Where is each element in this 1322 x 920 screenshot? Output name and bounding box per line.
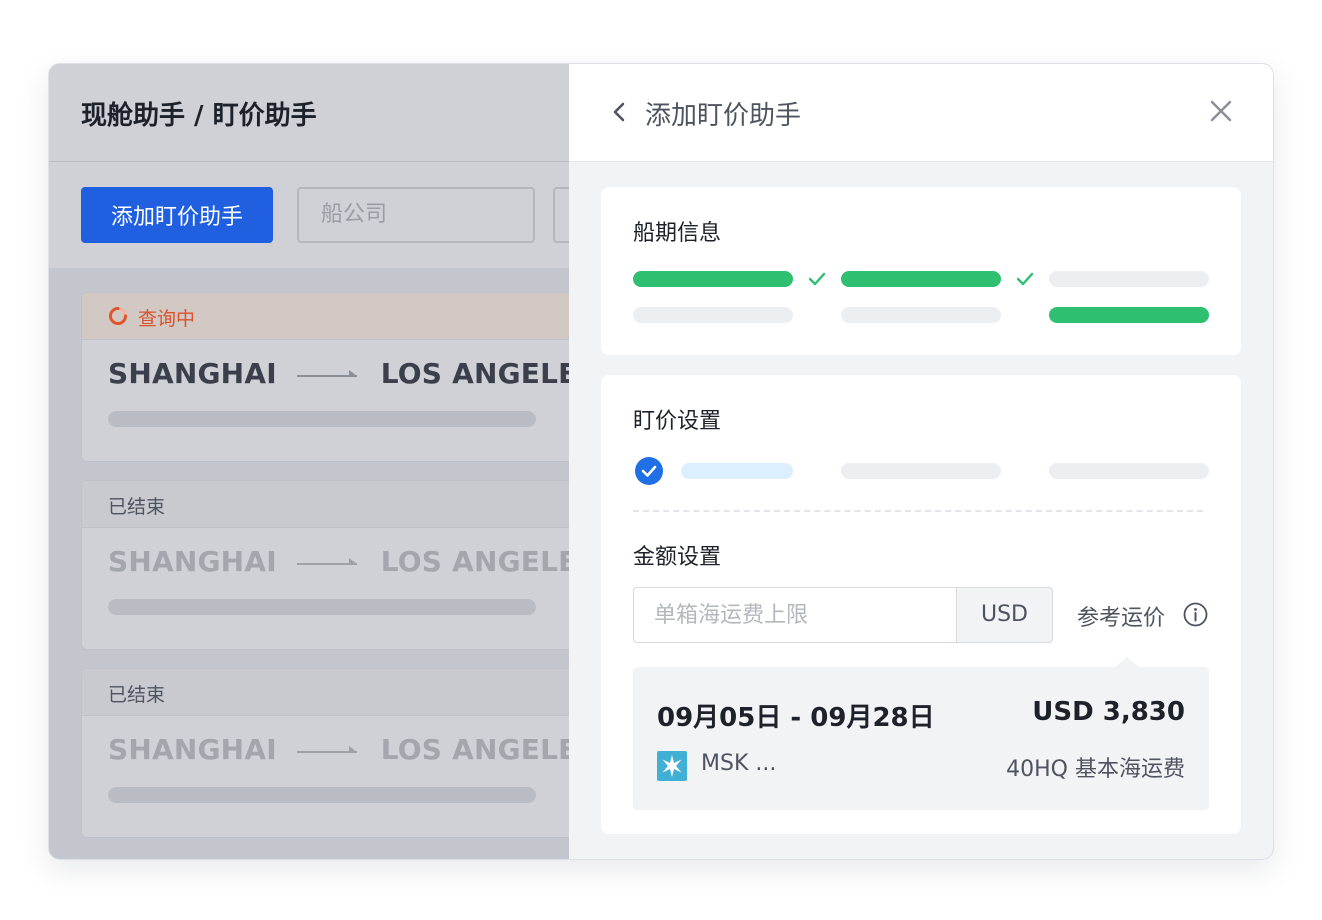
list-page: 现舱助手 / 盯价助手 添加盯价助手 船公司 查询中 SHANGHAI LOS … [49,64,593,859]
close-icon[interactable] [1209,99,1233,123]
card-status-bar: 已结束 [82,669,592,716]
status-label: 已结束 [108,496,166,518]
status-label: 查询中 [138,308,196,330]
reference-price-link[interactable]: 参考运价 [1077,600,1165,632]
status-label: 已结束 [108,684,166,706]
breadcrumb: 现舱助手 / 盯价助手 [81,101,317,131]
list-toolbar: 添加盯价助手 船公司 [49,162,593,268]
schedule-step-bar [841,271,1001,287]
carrier-name: MSK ... [701,751,777,776]
price-settings-panel: 盯价设置 金额设置 USD 参考运价 09月05日 - 09月28日 U [601,375,1241,834]
price-settings-title: 盯价设置 [633,409,722,434]
origin-port: SHANGHAI [108,357,277,390]
route-text: SHANGHAI LOS ANGELES [108,545,593,578]
schedule-step-bar [633,271,793,287]
amount-settings-title: 金额设置 [633,545,722,570]
schedule-info-title: 船期信息 [633,221,722,246]
reference-price-popover: 09月05日 - 09月28日 USD 3,830 MSK ... 40HQ 基… [633,657,1209,810]
check-icon [1016,272,1034,286]
sailing-date-range: 09月05日 - 09月28日 [657,703,935,733]
schedule-step-bar [841,307,1001,323]
maersk-logo-icon [657,751,687,781]
destination-port: LOS ANGELES [380,545,593,578]
add-price-watch-drawer: 添加盯价助手 船期信息 盯价设置 金额设置 单箱海运费上限 USD 参考运价 0… [569,64,1273,859]
container-fee-type: 40HQ 基本海运费 [1006,757,1185,782]
route-card[interactable]: 已结束 SHANGHAI LOS ANGELES [81,480,593,650]
skeleton-bar [108,411,536,427]
app-window: 现舱助手 / 盯价助手 添加盯价助手 船公司 查询中 SHANGHAI LOS … [48,63,1274,860]
popover-arrow [1115,657,1139,667]
card-status-bar: 查询中 [82,293,592,340]
route-text: SHANGHAI LOS ANGELES [108,357,593,390]
currency-addon: USD [956,587,1053,643]
carrier-filter-input[interactable]: 船公司 [297,187,535,243]
price-option-bar [681,463,793,479]
route-arrow-icon [296,558,357,565]
drawer-header: 添加盯价助手 [569,64,1273,162]
list-page-header: 现舱助手 / 盯价助手 [49,64,569,162]
price-option-bar [841,463,1001,479]
schedule-step-bar [633,307,793,323]
origin-port: SHANGHAI [108,733,277,766]
max-freight-input[interactable] [633,587,957,643]
route-card[interactable]: 查询中 SHANGHAI LOS ANGELES [81,292,593,462]
reference-price: USD 3,830 [1032,697,1185,727]
drawer-title: 添加盯价助手 [645,101,802,131]
schedule-step-bar [1049,271,1209,287]
dashed-divider [633,510,1203,512]
info-icon[interactable] [1183,602,1208,627]
skeleton-bar [108,787,536,803]
schedule-info-panel: 船期信息 [601,187,1241,355]
destination-port: LOS ANGELES [380,733,593,766]
route-text: SHANGHAI LOS ANGELES [108,733,593,766]
destination-port: LOS ANGELES [380,357,593,390]
chevron-left-icon[interactable] [609,98,629,126]
origin-port: SHANGHAI [108,545,277,578]
route-card[interactable]: 已结束 SHANGHAI LOS ANGELES [81,668,593,838]
card-status-bar: 已结束 [82,481,592,528]
checked-circle-icon[interactable] [635,457,663,485]
skeleton-bar [108,599,536,615]
check-icon [808,272,826,286]
schedule-step-bar [1049,307,1209,323]
price-option-bar [1049,463,1209,479]
add-price-watch-button[interactable]: 添加盯价助手 [81,187,273,243]
route-arrow-icon [296,370,357,377]
route-arrow-icon [296,746,357,753]
loading-spinner-icon [109,307,127,325]
